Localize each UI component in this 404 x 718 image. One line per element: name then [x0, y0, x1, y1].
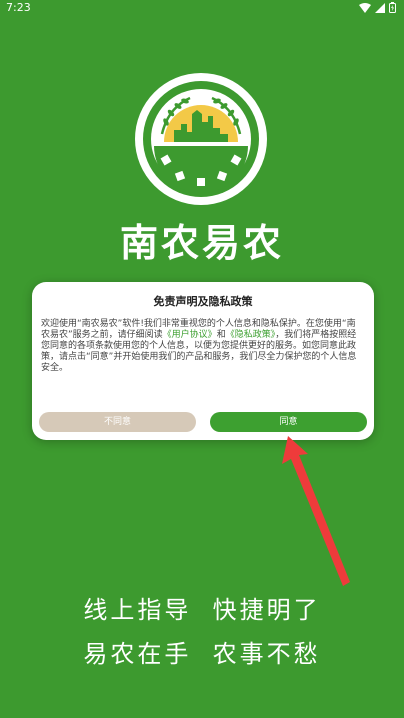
signal-icon — [375, 2, 385, 13]
slogan-line-1: 线上指导 快捷明了 — [83, 596, 321, 624]
wifi-icon — [359, 2, 371, 13]
dialog-body: 欢迎使用“南农易农”软件!我们非常重视您的个人信息和隐私保护。在您使用“南农易农… — [41, 319, 363, 374]
agree-button[interactable]: 同意 — [210, 412, 367, 432]
status-bar: 7:23 — [0, 0, 404, 16]
status-icons — [359, 2, 396, 13]
app-title: 南农易农 — [119, 220, 284, 265]
battery-icon — [389, 2, 396, 13]
slogan-line-2: 易农在手 农事不愁 — [83, 640, 321, 668]
privacy-dialog: 免责声明及隐私政策 欢迎使用“南农易农”软件!我们非常重视您的个人信息和隐私保护… — [32, 282, 374, 440]
dialog-title: 免责声明及隐私政策 — [153, 295, 253, 308]
status-time: 7:23 — [6, 1, 31, 14]
app-logo — [134, 72, 268, 206]
privacy-policy-link[interactable]: 《隐私政策》 — [226, 330, 276, 340]
disagree-button[interactable]: 不同意 — [39, 412, 196, 432]
user-agreement-link[interactable]: 《用户协议》 — [163, 330, 217, 340]
dialog-body-text: 和 — [216, 330, 226, 340]
pointer-arrow-icon — [282, 436, 350, 586]
